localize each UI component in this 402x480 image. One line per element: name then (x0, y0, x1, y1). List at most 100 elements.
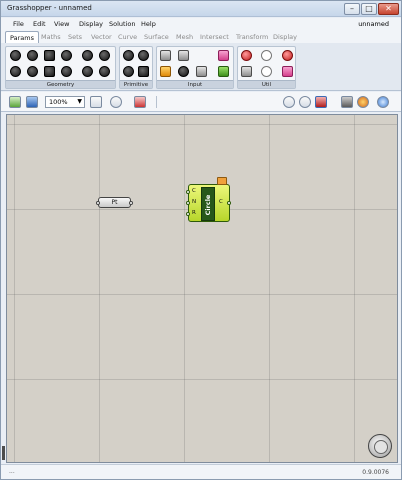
navigation-compass-icon[interactable] (368, 434, 392, 458)
save-file-icon[interactable] (26, 96, 38, 108)
menu-bar: File Edit View Display Solution Help unn… (1, 18, 401, 31)
value-list-icon[interactable] (196, 66, 207, 77)
circle-output-grip[interactable] (227, 201, 231, 205)
toolbar-divider (156, 96, 157, 108)
plane-param-icon[interactable] (44, 66, 55, 77)
geometry-pipeline-icon[interactable] (241, 66, 252, 77)
zoom-dropdown[interactable]: 100% ▼ (45, 96, 85, 108)
close-button[interactable]: ✕ (378, 3, 399, 15)
point-node-label: Pt (111, 199, 118, 206)
toggle-icon[interactable] (178, 50, 189, 61)
text-param-icon[interactable] (138, 66, 149, 77)
circle-input-grip-r[interactable] (186, 212, 190, 216)
image-sampler-icon[interactable] (218, 66, 229, 77)
integer-param-icon[interactable] (123, 66, 134, 77)
circle-input-c: C (192, 188, 196, 194)
surface-param-icon[interactable] (82, 66, 93, 77)
point-output-grip[interactable] (129, 201, 133, 205)
panel-primitive-label[interactable]: Primitive (120, 80, 152, 88)
component-tabs: Params Maths Sets Vector Curve Surface M… (1, 31, 401, 43)
tab-intersect[interactable]: Intersect (200, 33, 229, 41)
menu-solution[interactable]: Solution (109, 20, 135, 28)
globe-icon[interactable] (377, 96, 389, 108)
preview-eye-icon[interactable] (110, 96, 122, 108)
arc-param-icon[interactable] (61, 50, 72, 61)
tab-transform[interactable]: Transform (236, 33, 268, 41)
zoom-extents-icon[interactable] (90, 96, 102, 108)
canvas-grid (7, 115, 397, 462)
status-text: ... (9, 468, 15, 475)
document-name: unnamed (358, 20, 389, 28)
tab-maths[interactable]: Maths (41, 33, 61, 41)
number-slider-icon[interactable] (160, 50, 171, 61)
mesh-param-icon[interactable] (27, 66, 38, 77)
wire-connection (131, 195, 188, 209)
tab-mesh[interactable]: Mesh (176, 33, 193, 41)
title-bar[interactable]: Grasshopper - unnamed – □ ✕ (1, 1, 401, 17)
version-label: 0.9.0076 (362, 469, 389, 476)
ribbon: Geometry Primitive Input Util (1, 43, 401, 91)
circle-input-r: R (192, 210, 196, 216)
point-param-node[interactable]: Pt (96, 197, 133, 208)
cherries-icon[interactable] (241, 50, 252, 61)
preview-mesh-icon[interactable] (341, 96, 353, 108)
geometry-cache-icon[interactable] (99, 50, 110, 61)
boolean-param-icon[interactable] (123, 50, 134, 61)
point-param-icon[interactable] (61, 66, 72, 77)
tab-vector[interactable]: Vector (91, 33, 112, 41)
tab-surface[interactable]: Surface (144, 33, 169, 41)
grasshopper-window: Grasshopper - unnamed – □ ✕ File Edit Vi… (0, 0, 402, 480)
menu-file[interactable]: File (13, 20, 24, 28)
flask-icon[interactable] (282, 66, 293, 77)
panel-primitive: Primitive (119, 46, 153, 89)
graph-mapper-icon[interactable] (160, 66, 171, 77)
menu-help[interactable]: Help (141, 20, 156, 28)
canvas-toolbar: 100% ▼ (1, 92, 401, 112)
twisted-box-param-icon[interactable] (99, 66, 110, 77)
colour-swatch-icon[interactable] (218, 50, 229, 61)
minimize-button[interactable]: – (344, 3, 360, 15)
menu-view[interactable]: View (54, 20, 69, 28)
panel-input: Input (156, 46, 234, 89)
data-output-icon[interactable] (261, 66, 272, 77)
tab-curve[interactable]: Curve (118, 33, 137, 41)
panel-util: Util (237, 46, 296, 89)
circle-component-name: Circle (204, 194, 212, 216)
circle-output-c: C (219, 199, 223, 205)
preview-shaded-icon[interactable] (299, 96, 311, 108)
panel-geometry-label[interactable]: Geometry (6, 80, 115, 88)
point-input-grip[interactable] (96, 201, 100, 205)
digit-scroller-icon[interactable] (178, 66, 189, 77)
zoom-value: 100% (49, 98, 68, 106)
circle-param-icon[interactable] (44, 50, 55, 61)
preview-selected-icon[interactable] (315, 96, 327, 108)
geometry-param-icon[interactable] (82, 50, 93, 61)
line-param-icon[interactable] (10, 66, 21, 77)
preview-colour-icon[interactable] (357, 96, 369, 108)
jitter-icon[interactable] (282, 50, 293, 61)
open-file-icon[interactable] (9, 96, 21, 108)
circle-input-grip-c[interactable] (186, 190, 190, 194)
canvas[interactable]: Pt C N R Circle C (6, 114, 398, 463)
warning-flag-icon[interactable] (217, 177, 227, 185)
circle-input-n: N (192, 199, 197, 205)
menu-display[interactable]: Display (79, 20, 103, 28)
brep-param-icon[interactable] (27, 50, 38, 61)
sketch-pen-icon[interactable] (134, 96, 146, 108)
panel-input-label[interactable]: Input (157, 80, 233, 88)
circle-input-grip-n[interactable] (186, 201, 190, 205)
panel-util-label[interactable]: Util (238, 80, 295, 88)
tab-params[interactable]: Params (5, 31, 39, 43)
box-param-icon[interactable] (10, 50, 21, 61)
circle-component[interactable]: C N R Circle C (186, 184, 231, 222)
maximize-button[interactable]: □ (361, 3, 377, 15)
data-dam-icon[interactable] (261, 50, 272, 61)
preview-wireframe-icon[interactable] (283, 96, 295, 108)
tab-display[interactable]: Display (273, 33, 297, 41)
menu-edit[interactable]: Edit (33, 20, 46, 28)
window-title: Grasshopper - unnamed (7, 4, 92, 12)
panel-geometry: Geometry (5, 46, 116, 89)
colour-param-icon[interactable] (138, 50, 149, 61)
tab-sets[interactable]: Sets (68, 33, 82, 41)
circle-component-body: Circle (201, 187, 215, 221)
